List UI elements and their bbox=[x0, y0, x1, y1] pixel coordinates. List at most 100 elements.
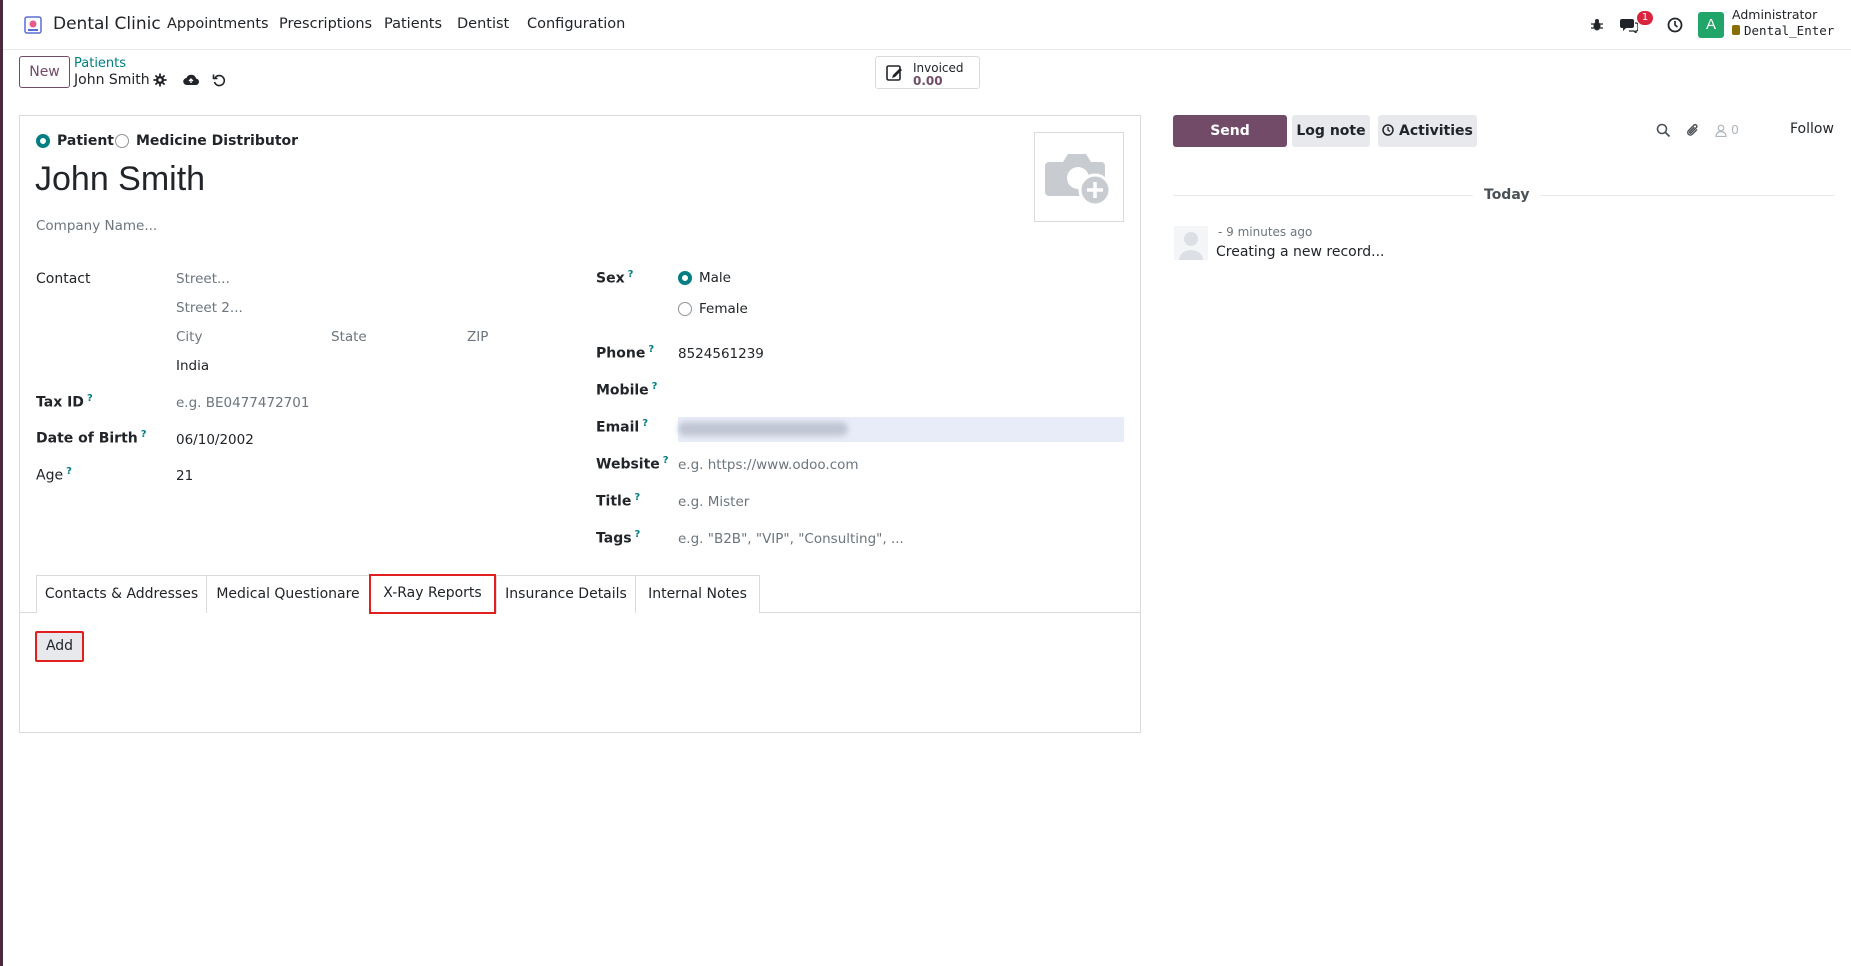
message-time: - 9 minutes ago bbox=[1218, 225, 1313, 239]
menu-configuration[interactable]: Configuration bbox=[527, 16, 625, 32]
tax-id-label-text: Tax ID bbox=[36, 394, 84, 411]
distributor-radio[interactable] bbox=[115, 134, 129, 148]
email-redacted bbox=[678, 422, 848, 436]
invoiced-stat-button[interactable]: Invoiced 0.00 bbox=[875, 56, 980, 89]
database-name: Dental_Enter bbox=[1732, 23, 1834, 38]
tab-insurance-details[interactable]: Insurance Details bbox=[496, 575, 636, 613]
record-name: John Smith bbox=[74, 72, 150, 88]
sex-female-radio[interactable] bbox=[678, 302, 692, 316]
tax-id-field[interactable]: e.g. BE0477472701 bbox=[176, 395, 309, 411]
followers-icon[interactable] bbox=[1712, 121, 1730, 139]
today-separator-left bbox=[1173, 195, 1473, 196]
database-icon bbox=[1732, 25, 1740, 35]
help-icon[interactable]: ? bbox=[87, 393, 93, 404]
title-field[interactable]: e.g. Mister bbox=[678, 494, 749, 510]
help-icon[interactable]: ? bbox=[642, 418, 648, 429]
street-field[interactable]: Street... bbox=[176, 271, 230, 287]
title-label: Title? bbox=[596, 492, 640, 510]
app-name[interactable]: Dental Clinic bbox=[53, 14, 161, 34]
help-icon[interactable]: ? bbox=[648, 344, 654, 355]
sex-label: Sex? bbox=[596, 269, 633, 287]
clock-icon bbox=[1382, 124, 1394, 136]
search-icon[interactable] bbox=[1654, 121, 1672, 139]
tab-medical-questionare[interactable]: Medical Questionare bbox=[206, 575, 370, 613]
age-field: 21 bbox=[176, 468, 194, 484]
user-name[interactable]: Administrator bbox=[1732, 7, 1817, 22]
follow-button[interactable]: Follow bbox=[1790, 121, 1834, 137]
menu-dentist[interactable]: Dentist bbox=[457, 16, 509, 32]
chat-badge: 1 bbox=[1637, 11, 1653, 25]
message-author-avatar[interactable] bbox=[1174, 226, 1208, 260]
log-note-button[interactable]: Log note bbox=[1292, 115, 1370, 147]
company-name-field[interactable]: Company Name... bbox=[36, 218, 157, 234]
new-button[interactable]: New bbox=[19, 56, 70, 88]
patient-radio-label[interactable]: Patient bbox=[57, 133, 114, 149]
breadcrumb-patients[interactable]: Patients bbox=[74, 56, 126, 71]
age-label: Age? bbox=[36, 466, 72, 484]
sex-male-radio[interactable] bbox=[678, 271, 692, 285]
website-label: Website? bbox=[596, 455, 669, 473]
patient-radio[interactable] bbox=[36, 134, 50, 148]
photo-upload[interactable] bbox=[1034, 132, 1124, 222]
tab-contacts-addresses[interactable]: Contacts & Addresses bbox=[36, 575, 207, 613]
camera-add-icon bbox=[1045, 154, 1112, 206]
mobile-label-text: Mobile bbox=[596, 382, 649, 399]
distributor-radio-label[interactable]: Medicine Distributor bbox=[136, 133, 298, 149]
add-button[interactable]: Add bbox=[35, 631, 84, 662]
tab-xray-reports[interactable]: X-Ray Reports bbox=[369, 574, 496, 614]
sex-female-label[interactable]: Female bbox=[699, 301, 748, 317]
zip-field[interactable]: ZIP bbox=[467, 329, 488, 345]
tags-label-text: Tags bbox=[596, 530, 632, 547]
tags-label: Tags? bbox=[596, 529, 640, 547]
top-navbar: Dental Clinic Appointments Prescriptions… bbox=[3, 0, 1851, 50]
send-message-button[interactable]: Send message bbox=[1173, 115, 1287, 171]
age-label-text: Age bbox=[36, 467, 64, 484]
message-body: Creating a new record... bbox=[1216, 244, 1385, 260]
email-label-text: Email bbox=[596, 419, 640, 436]
activities-button[interactable]: Activities bbox=[1378, 115, 1477, 147]
today-separator-right bbox=[1540, 195, 1834, 196]
street2-field[interactable]: Street 2... bbox=[176, 300, 243, 316]
discard-icon[interactable] bbox=[210, 71, 228, 89]
dental-app-icon[interactable] bbox=[23, 15, 43, 35]
dob-label-text: Date of Birth bbox=[36, 430, 138, 447]
menu-patients[interactable]: Patients bbox=[384, 16, 442, 32]
mobile-field[interactable] bbox=[678, 378, 1124, 402]
activities-label: Activities bbox=[1399, 123, 1473, 139]
gear-icon[interactable] bbox=[151, 71, 169, 89]
state-field[interactable]: State bbox=[331, 329, 367, 345]
city-field[interactable]: City bbox=[176, 329, 202, 345]
sex-male-label[interactable]: Male bbox=[699, 270, 731, 286]
user-avatar[interactable]: A bbox=[1698, 12, 1724, 38]
database-label: Dental_Enter bbox=[1744, 23, 1835, 38]
help-icon[interactable]: ? bbox=[652, 381, 658, 392]
website-label-text: Website bbox=[596, 456, 660, 473]
patient-name-field[interactable]: John Smith bbox=[35, 160, 205, 199]
tags-field[interactable]: e.g. "B2B", "VIP", "Consulting", ... bbox=[678, 531, 904, 547]
website-field[interactable]: e.g. https://www.odoo.com bbox=[678, 457, 859, 473]
menu-prescriptions[interactable]: Prescriptions bbox=[279, 16, 372, 32]
followers-count[interactable]: 0 bbox=[1731, 122, 1739, 137]
help-icon[interactable]: ? bbox=[663, 455, 669, 466]
phone-field[interactable]: 8524561239 bbox=[678, 346, 764, 362]
mobile-label: Mobile? bbox=[596, 381, 657, 399]
paperclip-icon[interactable] bbox=[1684, 121, 1702, 139]
help-icon[interactable]: ? bbox=[634, 492, 640, 503]
clock-icon[interactable] bbox=[1664, 14, 1686, 36]
help-icon[interactable]: ? bbox=[628, 269, 634, 280]
phone-label-text: Phone bbox=[596, 345, 646, 362]
help-icon[interactable]: ? bbox=[141, 429, 147, 440]
cloud-save-icon[interactable] bbox=[182, 71, 200, 89]
bug-icon[interactable] bbox=[1586, 14, 1608, 36]
menu-appointments[interactable]: Appointments bbox=[167, 16, 269, 32]
tab-internal-notes[interactable]: Internal Notes bbox=[635, 575, 760, 613]
tax-id-label: Tax ID? bbox=[36, 393, 93, 411]
dob-field[interactable]: 06/10/2002 bbox=[176, 432, 254, 448]
stat-label: Invoiced bbox=[913, 61, 964, 75]
help-icon[interactable]: ? bbox=[635, 529, 641, 540]
help-icon[interactable]: ? bbox=[66, 466, 72, 477]
title-label-text: Title bbox=[596, 493, 632, 510]
country-field[interactable]: India bbox=[176, 358, 209, 374]
phone-label: Phone? bbox=[596, 344, 654, 362]
stat-value: 0.00 bbox=[913, 74, 943, 88]
